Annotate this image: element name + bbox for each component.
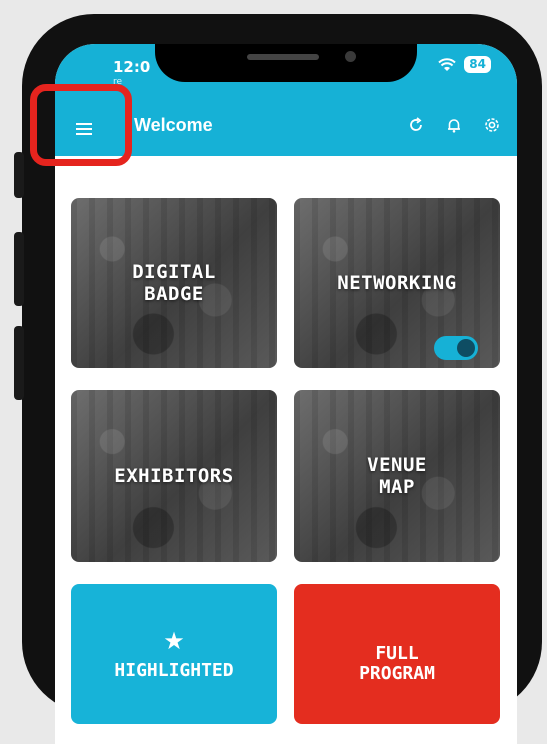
status-icons: 84 bbox=[438, 56, 491, 73]
star-icon: ★ bbox=[163, 627, 185, 655]
bell-icon[interactable] bbox=[445, 116, 463, 134]
tile-networking[interactable]: NETWORKING bbox=[294, 198, 500, 368]
tile-highlighted[interactable]: ★ HIGHLIGHTED bbox=[71, 584, 277, 724]
hamburger-menu-icon bbox=[76, 123, 92, 135]
tile-highlighted-label: HIGHLIGHTED bbox=[114, 660, 234, 681]
phone-notch bbox=[155, 44, 417, 82]
tile-full-program-label: FULL PROGRAM bbox=[359, 643, 435, 684]
side-button-volume-up bbox=[14, 232, 24, 306]
front-camera bbox=[345, 51, 356, 62]
side-button-volume-down bbox=[14, 326, 24, 400]
status-time: 12:0 bbox=[113, 58, 151, 76]
networking-toggle[interactable] bbox=[434, 336, 478, 360]
battery-indicator: 84 bbox=[464, 56, 491, 73]
side-button-mute bbox=[14, 152, 24, 198]
status-carrier: re bbox=[113, 77, 123, 87]
tile-venue-map[interactable]: VENUE MAP bbox=[294, 390, 500, 562]
tile-exhibitors-label: EXHIBITORS bbox=[114, 465, 234, 487]
speaker-grille bbox=[247, 54, 319, 60]
page-title: Welcome bbox=[134, 115, 213, 135]
tile-digital-badge[interactable]: DIGITAL BADGE bbox=[71, 198, 277, 368]
tile-venue-map-label: VENUE MAP bbox=[367, 454, 427, 498]
tile-exhibitors[interactable]: EXHIBITORS bbox=[71, 390, 277, 562]
wifi-icon bbox=[438, 57, 456, 71]
tile-digital-badge-label: DIGITAL BADGE bbox=[132, 261, 216, 305]
app-screen: 12:0 re 84 Welcome DIGITAL BADGE NETWORK… bbox=[55, 44, 517, 744]
menu-button[interactable] bbox=[55, 104, 113, 154]
tile-networking-label: NETWORKING bbox=[337, 272, 457, 294]
gear-icon[interactable] bbox=[483, 116, 501, 134]
app-bar-actions bbox=[407, 116, 501, 134]
refresh-icon[interactable] bbox=[407, 116, 425, 134]
tile-full-program[interactable]: FULL PROGRAM bbox=[294, 584, 500, 724]
